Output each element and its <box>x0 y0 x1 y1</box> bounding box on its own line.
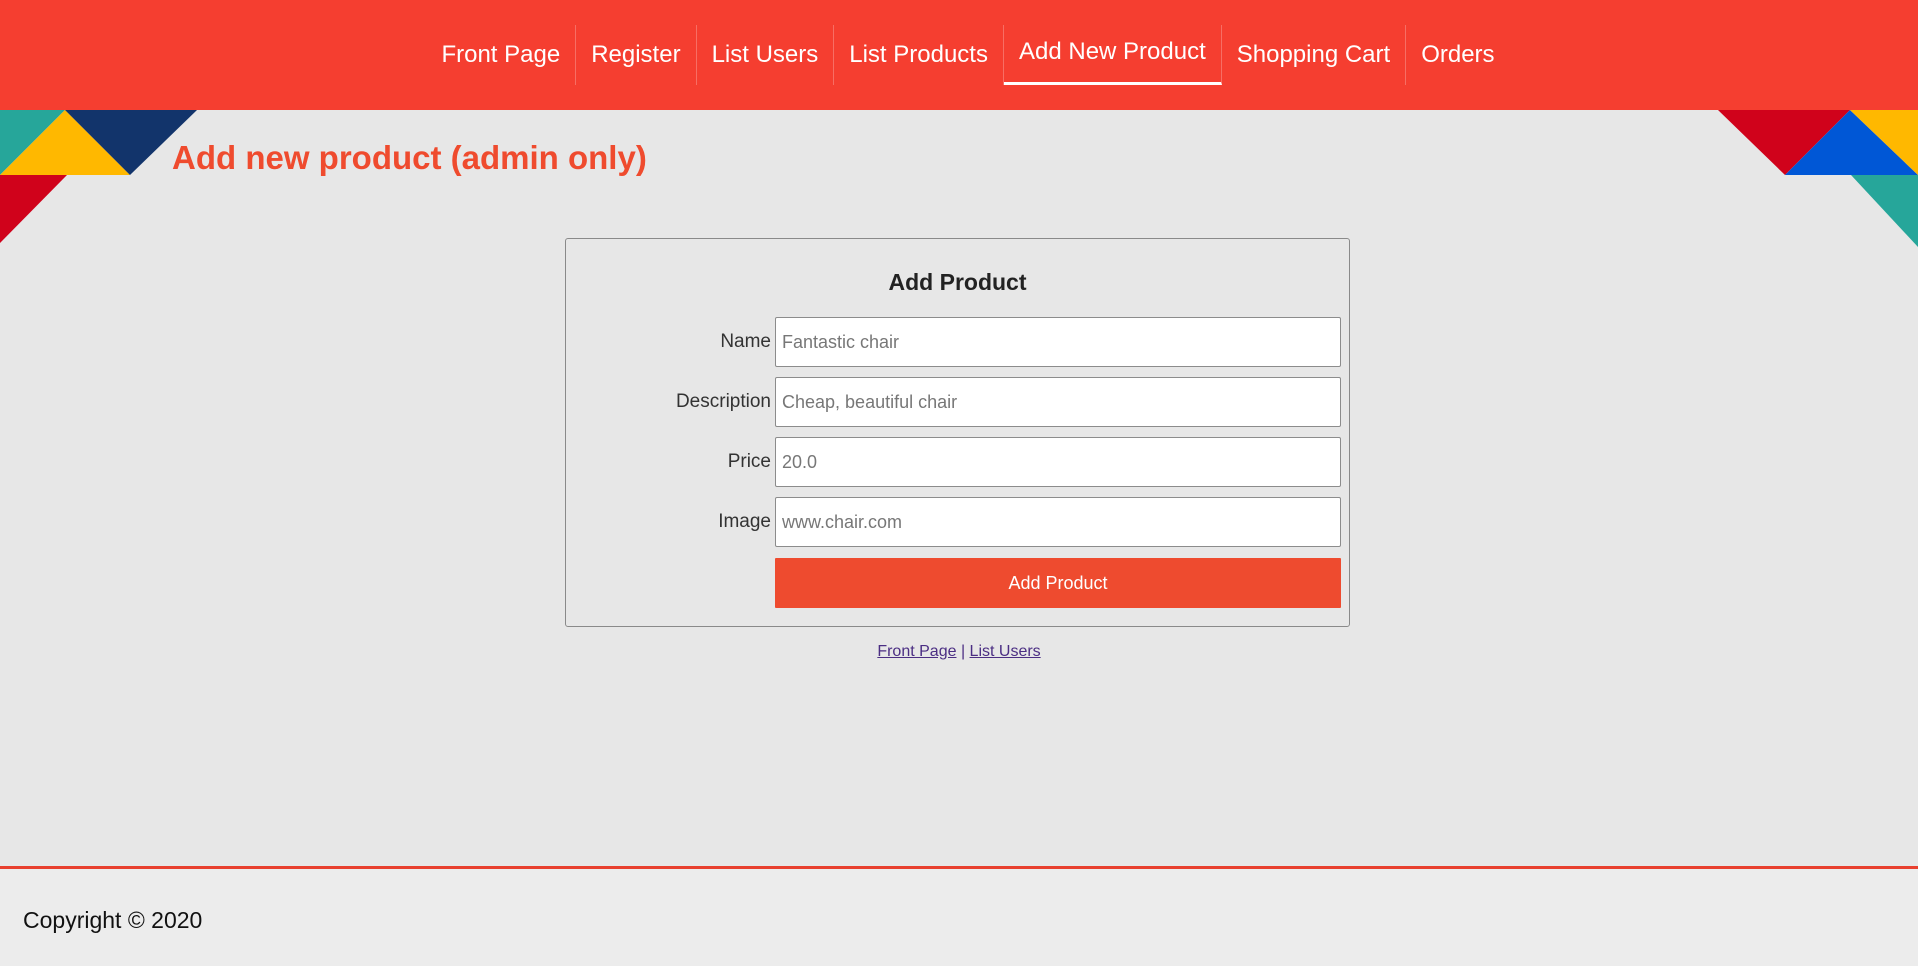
name-input[interactable] <box>775 317 1341 367</box>
nav-item-list-products[interactable]: List Products <box>834 25 1004 85</box>
description-row: Description <box>566 377 1351 427</box>
nav-item-front-page[interactable]: Front Page <box>426 25 577 85</box>
decor-triangle-red <box>0 175 67 243</box>
page-title: Add new product (admin only) <box>172 139 647 176</box>
nav-item-orders[interactable]: Orders <box>1406 25 1509 85</box>
price-input[interactable] <box>775 437 1341 487</box>
image-label: Image <box>718 511 771 532</box>
name-row: Name <box>566 317 1351 367</box>
image-input[interactable] <box>775 497 1341 547</box>
add-product-button[interactable]: Add Product <box>775 558 1341 608</box>
nav-menu: Front Page Register List Users List Prod… <box>426 25 1509 85</box>
nav-item-register[interactable]: Register <box>576 25 697 85</box>
description-label: Description <box>675 391 771 412</box>
description-input[interactable] <box>775 377 1341 427</box>
image-row: Image <box>566 497 1351 547</box>
nav-item-add-new-product[interactable]: Add New Product <box>1003 25 1222 85</box>
nav-item-list-users[interactable]: List Users <box>697 25 835 85</box>
name-label: Name <box>720 331 771 352</box>
footer: Copyright © 2020 <box>0 866 1918 966</box>
list-users-link[interactable]: List Users <box>970 643 1041 660</box>
front-page-link[interactable]: Front Page <box>877 643 956 660</box>
price-label: Price <box>727 451 771 472</box>
corner-decoration-left <box>0 110 197 243</box>
nav-item-shopping-cart[interactable]: Shopping Cart <box>1222 25 1407 85</box>
price-row: Price <box>566 437 1351 487</box>
decor-triangle-teal-right <box>1851 175 1918 247</box>
form-title: Add Product <box>888 269 1027 295</box>
copyright-text: Copyright © 2020 <box>23 907 203 933</box>
link-separator: | <box>960 643 966 660</box>
corner-decoration-right <box>1718 110 1918 247</box>
top-nav-bar: Front Page Register List Users List Prod… <box>0 0 1918 110</box>
add-product-form: Add Product Name Description Price Image… <box>565 238 1350 627</box>
bottom-links: Front Page | List Users <box>0 643 1918 661</box>
